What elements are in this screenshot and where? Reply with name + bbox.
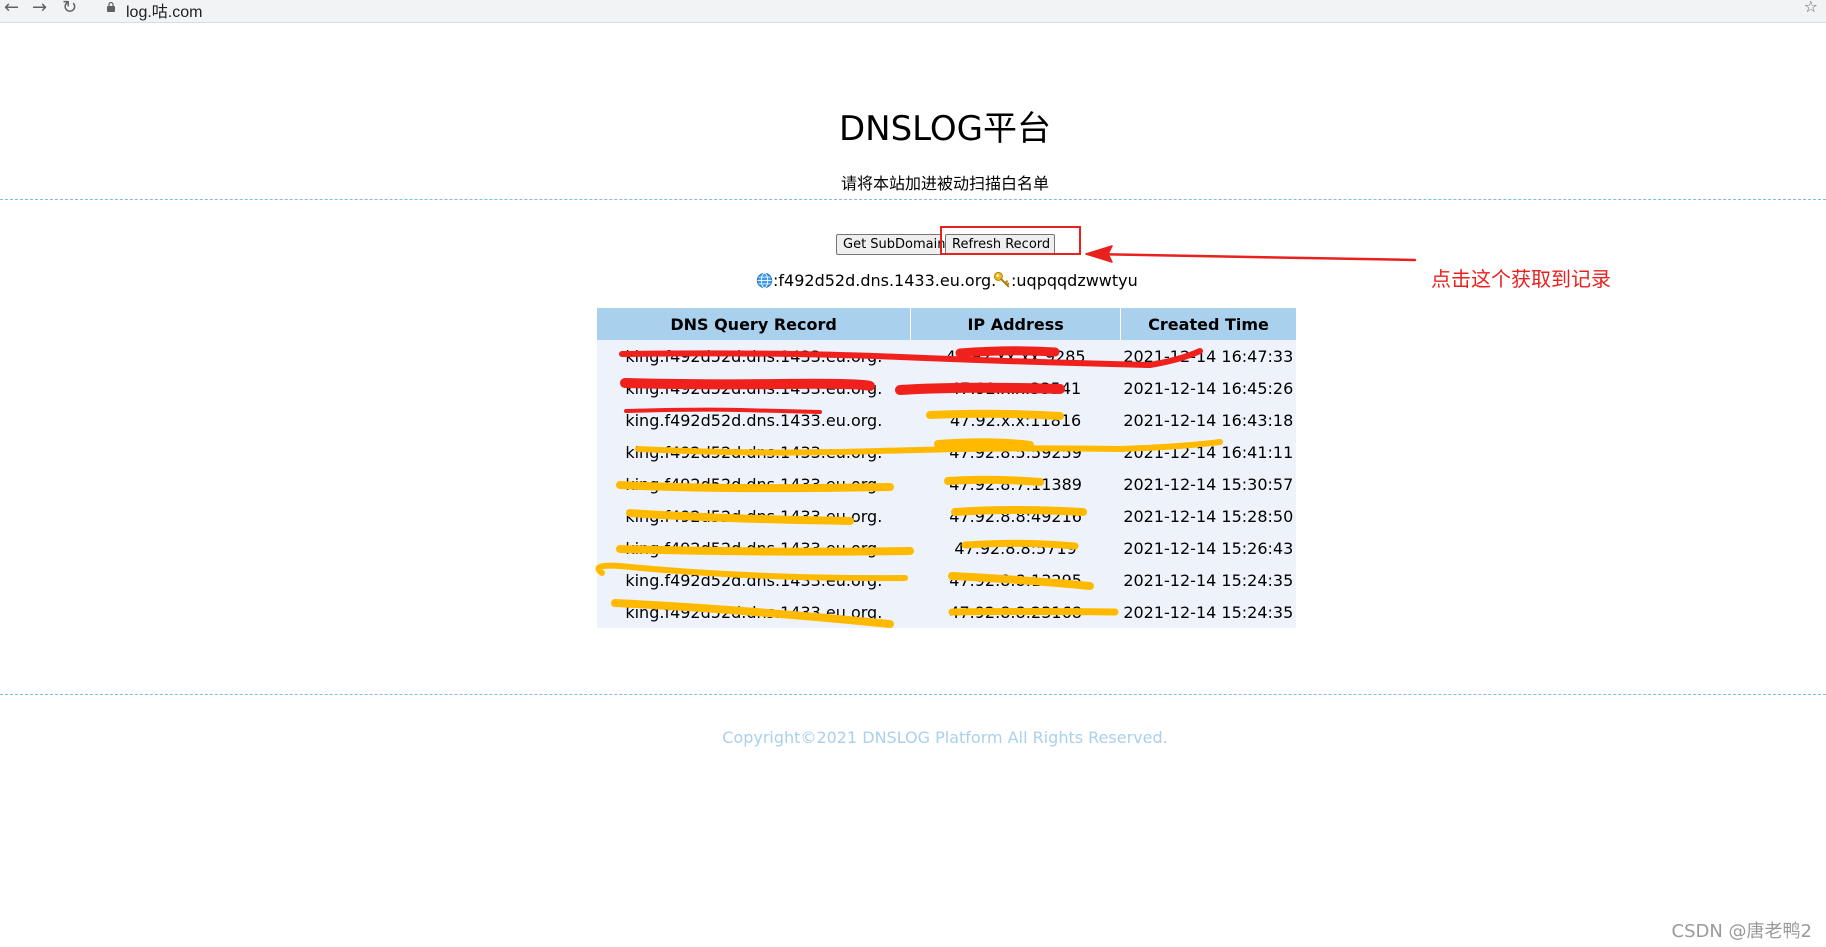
watermark: CSDN @唐老鸭2 [1671, 921, 1813, 942]
table-row: king.f492d52d.dns.1433.eu.org. 47.92.x.x… [597, 372, 1296, 404]
time-cell: 2021-12-14 16:45:26 [1123, 378, 1294, 398]
ip-cell: 47.92.8.8:49216 [949, 506, 1082, 526]
page: ← → ↻ log.咕.com ☆ DNSLOG平台 请将本站加进被动扫描白名单… [0, 0, 1826, 947]
ip-cell: 47.92.8.8:23168 [949, 602, 1082, 622]
footer-copyright: Copyright©2021 DNSLOG Platform All Right… [722, 728, 1168, 747]
dns-cell: king.f492d52d.dns.1433.eu.org. [625, 506, 883, 526]
ip-cell: 47.92.x.x:11816 [950, 410, 1082, 430]
time-cell: 2021-12-14 16:43:18 [1123, 410, 1294, 430]
header-ip-address: IP Address [910, 308, 1122, 340]
table-row: king.f492d52d.dns.1433.eu.org. 47.92.8.8… [597, 500, 1296, 532]
time-cell: 2021-12-14 15:30:57 [1123, 474, 1294, 494]
ip-cell: 47.92.xx.xx:9285 [945, 346, 1086, 366]
subdomain-value: :f492d52d.dns.1433.eu.org. [773, 271, 997, 290]
time-cell: 2021-12-14 16:41:11 [1123, 442, 1294, 462]
ip-cell: 47.92.8.8:5719 [954, 538, 1077, 558]
annotation-note: 点击这个获取到记录 [1431, 267, 1611, 291]
star-icon[interactable]: ☆ [1804, 0, 1818, 16]
bottom-divider [0, 694, 1826, 695]
dns-cell: king.f492d52d.dns.1433.eu.org. [625, 378, 883, 398]
table-row: king.f492d52d.dns.1433.eu.org. 47.92.8.7… [597, 468, 1296, 500]
table-row: king.f492d52d.dns.1433.eu.org. 47.92.8.5… [597, 436, 1296, 468]
dns-cell: king.f492d52d.dns.1433.eu.org. [625, 346, 883, 366]
key-icon [993, 271, 1010, 288]
reload-icon[interactable]: ↻ [62, 0, 77, 18]
refresh-highlight-box [940, 226, 1081, 255]
lock-icon [107, 2, 115, 12]
get-subdomain-button[interactable]: Get SubDomain [836, 234, 946, 255]
time-cell: 2021-12-14 15:24:35 [1123, 570, 1294, 590]
token-value: :uqpqqdzwwtyu [1011, 271, 1138, 290]
arrow-left-icon[interactable]: ← [4, 0, 19, 18]
browser-toolbar: ← → ↻ log.咕.com ☆ [0, 0, 1826, 23]
dns-cell: king.f492d52d.dns.1433.eu.org. [625, 602, 883, 622]
url-text[interactable]: log.咕.com [126, 0, 202, 22]
dns-cell: king.f492d52d.dns.1433.eu.org. [625, 442, 883, 462]
dns-cell: king.f492d52d.dns.1433.eu.org. [625, 474, 883, 494]
table-row: king.f492d52d.dns.1433.eu.org. 47.92.x.x… [597, 404, 1296, 436]
ip-cell: 47.92.x.x:33541 [950, 378, 1082, 398]
time-cell: 2021-12-14 15:26:43 [1123, 538, 1294, 558]
time-cell: 2021-12-14 15:28:50 [1123, 506, 1294, 526]
table-row: king.f492d52d.dns.1433.eu.org. 47.92.8.8… [597, 532, 1296, 564]
address-bar[interactable] [96, 0, 1796, 18]
header-created-time: Created Time [1120, 308, 1296, 340]
ip-cell: 47.92.8.5:59259 [949, 442, 1082, 462]
table-row: king.f492d52d.dns.1433.eu.org. 47.92.8.8… [597, 564, 1296, 596]
globe-icon [756, 272, 773, 289]
ip-cell: 47.92.8.7:11389 [949, 474, 1082, 494]
time-cell: 2021-12-14 15:24:35 [1123, 602, 1294, 622]
arrow-right-icon[interactable]: → [32, 0, 47, 18]
dns-records-table: DNS Query Record IP Address Created Time… [597, 308, 1296, 628]
domain-info: :f492d52d.dns.1433.eu.org. [756, 271, 996, 290]
table-header-row: DNS Query Record IP Address Created Time [597, 308, 1296, 340]
top-divider [0, 199, 1826, 200]
table-row: king.f492d52d.dns.1433.eu.org. 47.92.8.8… [597, 596, 1296, 628]
dns-cell: king.f492d52d.dns.1433.eu.org. [625, 570, 883, 590]
page-subtitle: 请将本站加进被动扫描白名单 [840, 174, 1049, 193]
table-row: king.f492d52d.dns.1433.eu.org. 47.92.xx.… [597, 340, 1296, 372]
dns-cell: king.f492d52d.dns.1433.eu.org. [625, 410, 883, 430]
page-title: DNSLOG平台 [838, 109, 1052, 149]
header-dns-query-record: DNS Query Record [597, 308, 912, 340]
ip-cell: 47.92.8.8:13295 [949, 570, 1082, 590]
dns-cell: king.f492d52d.dns.1433.eu.org. [625, 538, 883, 558]
time-cell: 2021-12-14 16:47:33 [1123, 346, 1294, 366]
token-info: :uqpqqdzwwtyu [993, 271, 1138, 290]
